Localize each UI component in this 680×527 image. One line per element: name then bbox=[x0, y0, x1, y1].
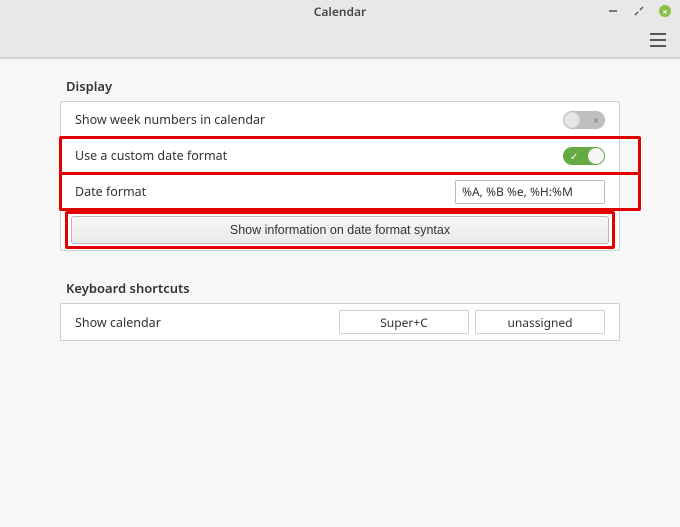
hamburger-icon bbox=[650, 33, 666, 35]
shortcut-secondary[interactable]: unassigned bbox=[475, 310, 605, 334]
window-title: Calendar bbox=[314, 3, 367, 20]
display-panel: Show week numbers in calendar × Use a cu… bbox=[60, 101, 620, 251]
toggle-week-numbers[interactable]: × bbox=[563, 111, 605, 129]
toggle-off-icon: × bbox=[593, 113, 599, 127]
row-custom-format: Use a custom date format ✓ bbox=[61, 138, 619, 174]
label-show-calendar: Show calendar bbox=[75, 314, 333, 331]
toolbar bbox=[0, 22, 680, 58]
shortcut-text: Super+C bbox=[380, 314, 428, 331]
label-custom-format: Use a custom date format bbox=[75, 147, 563, 164]
section-title-display: Display bbox=[66, 77, 620, 95]
input-date-format[interactable] bbox=[455, 180, 605, 204]
toggle-on-icon: ✓ bbox=[570, 149, 578, 163]
content-area: Display Show week numbers in calendar × … bbox=[0, 58, 680, 527]
section-title-shortcuts: Keyboard shortcuts bbox=[66, 279, 620, 297]
titlebar: Calendar bbox=[0, 0, 680, 22]
menu-button[interactable] bbox=[650, 33, 666, 47]
button-syntax-info[interactable]: Show information on date format syntax bbox=[71, 216, 609, 244]
row-show-calendar: Show calendar Super+C unassigned bbox=[61, 304, 619, 340]
shortcuts-panel: Show calendar Super+C unassigned bbox=[60, 303, 620, 341]
row-syntax-info: Show information on date format syntax bbox=[61, 210, 619, 250]
toggle-knob-icon bbox=[588, 148, 604, 164]
toggle-knob-icon bbox=[564, 112, 580, 128]
label-date-format: Date format bbox=[75, 183, 455, 200]
close-button[interactable] bbox=[658, 4, 672, 18]
label-week-numbers: Show week numbers in calendar bbox=[75, 111, 563, 128]
window-controls bbox=[606, 0, 672, 22]
row-date-format: Date format bbox=[61, 174, 619, 210]
shortcut-text: unassigned bbox=[507, 314, 572, 331]
shortcut-primary[interactable]: Super+C bbox=[339, 310, 469, 334]
minimize-button[interactable] bbox=[606, 4, 620, 18]
row-week-numbers: Show week numbers in calendar × bbox=[61, 102, 619, 138]
close-icon bbox=[659, 5, 671, 17]
settings-window: Calendar Display bbox=[0, 0, 680, 527]
maximize-button[interactable] bbox=[632, 4, 646, 18]
toggle-custom-format[interactable]: ✓ bbox=[563, 147, 605, 165]
